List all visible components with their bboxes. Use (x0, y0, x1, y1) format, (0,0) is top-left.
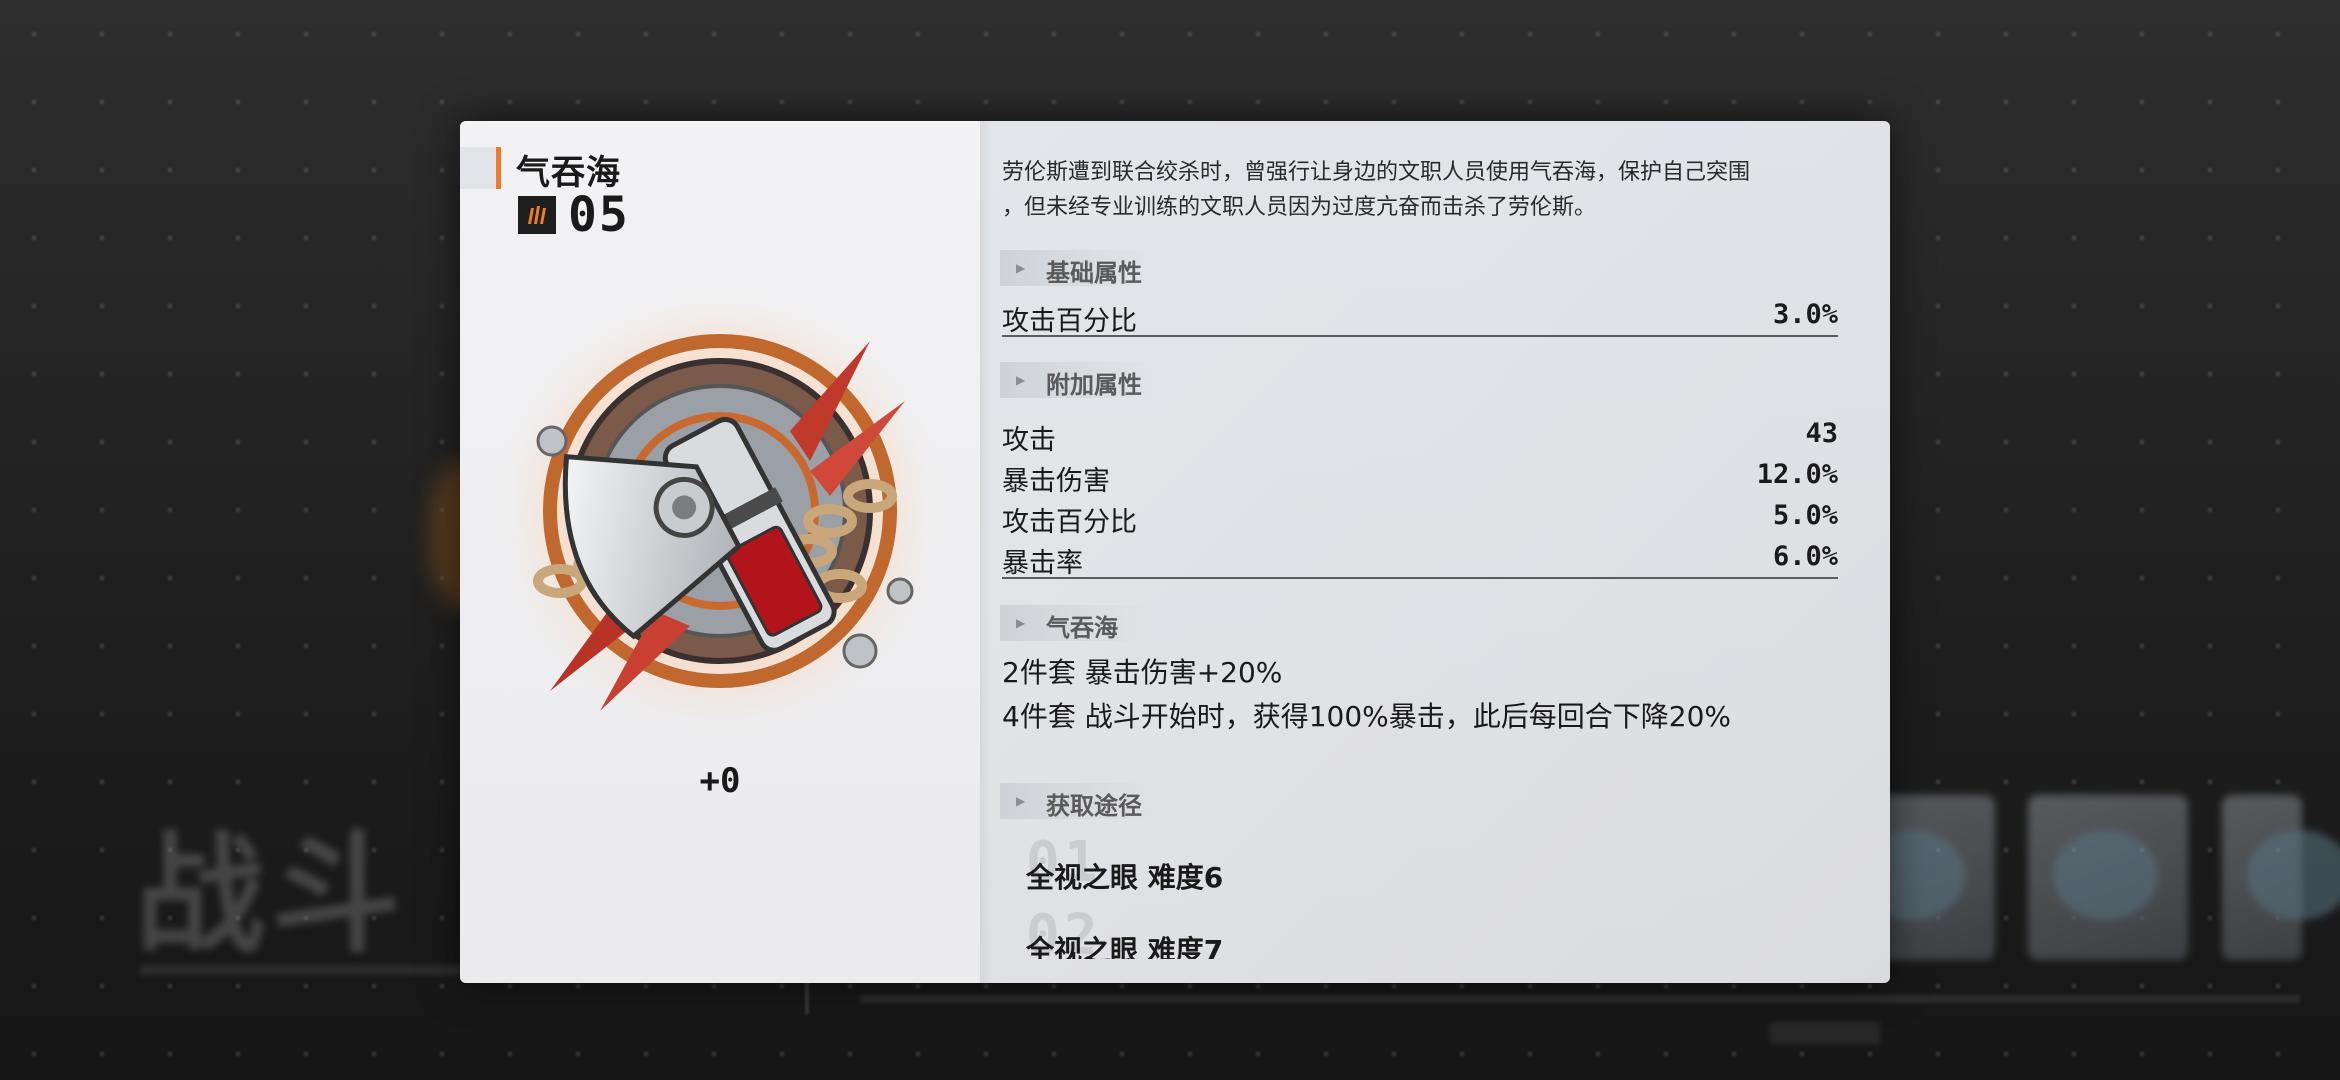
source-label: 全视之眼 难度6 (1026, 861, 1224, 894)
background-divider (805, 980, 809, 1014)
background-equip-card[interactable] (2222, 795, 2340, 960)
name-tab-marker (460, 147, 496, 189)
source-label: 全视之眼 难度7 (1026, 934, 1224, 959)
rank-bars-icon (518, 196, 556, 234)
equipment-detail-dialog: 气吞海 05 +0 劳伦斯遭到联合绞杀时，曾强行让身边的文职人员使用气吞海，保护… (460, 121, 1890, 983)
background-progress-bar (860, 995, 2300, 1003)
name-accent-bar (496, 147, 501, 189)
equipment-artwork (490, 281, 950, 745)
source-item[interactable]: 01 全视之眼 难度6 (1026, 830, 1626, 916)
source-item[interactable]: 02 全视之眼 难度7 (1026, 903, 1626, 959)
background-caption-blur (1770, 1022, 1880, 1044)
slot-number: 05 (568, 187, 630, 243)
enhance-level: +0 (699, 761, 741, 801)
sources-scroll-area[interactable]: 01 全视之眼 难度6 02 全视之眼 难度7 (980, 121, 1890, 959)
background-title: 战斗 (135, 818, 408, 971)
background-equip-card[interactable] (2028, 795, 2188, 960)
